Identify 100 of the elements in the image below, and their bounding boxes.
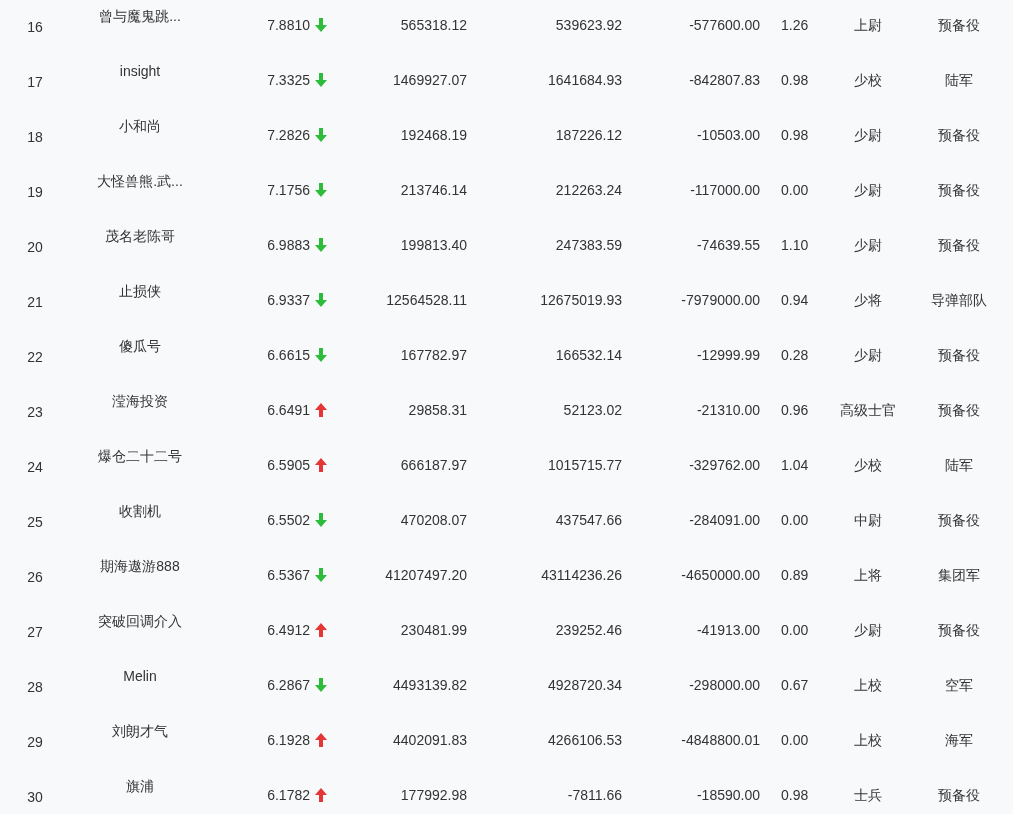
name-text: 滢海投资 <box>112 392 168 411</box>
table-cell-text: 213746.14 <box>400 181 467 200</box>
table-cell-text: 预备役 <box>938 786 980 805</box>
table-cell-text: 集团军 <box>938 566 980 585</box>
table-cell-text: 12675019.93 <box>540 291 622 310</box>
name-text: 傻瓜号 <box>119 337 161 356</box>
table-cell-text: 1.04 <box>781 456 809 475</box>
name-text: 突破回调介入 <box>98 612 182 631</box>
table-cell-text: 少将 <box>853 291 882 310</box>
name-text: 爆仓二十二号 <box>98 447 182 466</box>
table-cell-text: 17 <box>27 73 43 92</box>
table-cell-text: 0.00 <box>781 731 809 750</box>
table-cell-text: 29 <box>27 733 43 752</box>
table-cell-text: -4848800.01 <box>681 731 760 750</box>
table-cell-text: 565318.12 <box>400 16 467 35</box>
table-cell-text: 上校 <box>853 676 882 695</box>
table-cell-text: 239252.46 <box>555 621 622 640</box>
table-cell-text: 187226.12 <box>555 126 622 145</box>
table-cell-text: 7.1756 <box>267 181 310 200</box>
table-cell-text: 陆军 <box>945 456 973 475</box>
table-cell-text: 6.4912 <box>267 621 310 640</box>
table-cell-text: 导弹部队 <box>931 291 987 310</box>
table-cell-text: 中尉 <box>853 511 882 530</box>
table-cell-text: 预备役 <box>938 126 980 145</box>
name-text: 止损侠 <box>119 282 161 301</box>
table-cell-text: 18 <box>27 128 43 147</box>
table-cell-text: -117000.00 <box>690 181 760 200</box>
table-cell-text: 0.98 <box>781 126 809 145</box>
table-cell-text: 0.00 <box>781 181 809 200</box>
table-cell-text: 6.5502 <box>267 511 310 530</box>
table-cell-text: 41207497.20 <box>385 566 467 585</box>
table-cell-text: 7.8810 <box>267 16 310 35</box>
table-cell-text: 539623.92 <box>555 16 622 35</box>
table-cell-text: 167782.97 <box>400 346 467 365</box>
table-cell-text: 20 <box>27 238 43 257</box>
name-text: 大怪兽熊.武... <box>97 172 183 191</box>
table-cell-text: -10503.00 <box>696 126 760 145</box>
table-cell-text: 预备役 <box>938 401 980 420</box>
table-cell-text: 少校 <box>853 456 882 475</box>
table-cell-text: 7.3325 <box>267 71 310 90</box>
table-cell-text: 437547.66 <box>555 511 622 530</box>
table-cell-text: -74639.55 <box>696 236 760 255</box>
table-cell-text: -18590.00 <box>696 786 760 805</box>
table-cell-text: 4493139.82 <box>393 676 467 695</box>
table-cell-text: 陆军 <box>945 71 973 90</box>
table-cell-text: 少尉 <box>853 126 882 145</box>
table-cell-text: 少尉 <box>853 621 882 640</box>
table-cell-text: 666187.97 <box>400 456 467 475</box>
table-cell-text: 4928720.34 <box>548 676 622 695</box>
table-cell-text: 247383.59 <box>555 236 622 255</box>
table-cell-text: 6.9883 <box>267 236 310 255</box>
table-cell-text: 26 <box>27 568 43 587</box>
table-cell-text: 0.96 <box>781 401 809 420</box>
table-cell-text: 0.67 <box>781 676 809 695</box>
table-cell-text: 16 <box>27 18 43 37</box>
table-cell-text: 预备役 <box>938 181 980 200</box>
table-cell-text: 6.1782 <box>267 786 310 805</box>
name-text: 刘朗才气 <box>112 722 168 741</box>
table-cell-text: 19 <box>27 183 43 202</box>
table-cell-text: 1.26 <box>781 16 809 35</box>
table-cell-text: 23 <box>27 403 43 422</box>
table-cell-text: 预备役 <box>938 511 980 530</box>
table-cell-text: 25 <box>27 513 43 532</box>
table-cell-text: 6.5905 <box>267 456 310 475</box>
table-cell-text: 192468.19 <box>400 126 467 145</box>
table-cell-text: -7979000.00 <box>681 291 760 310</box>
table-cell-text: 1015715.77 <box>548 456 622 475</box>
table-cell-text: 预备役 <box>938 236 980 255</box>
table-cell-text: 6.9337 <box>267 291 310 310</box>
table-cell-text: 0.00 <box>781 621 809 640</box>
table-cell-text: 230481.99 <box>400 621 467 640</box>
table-cell-text: 0.28 <box>781 346 809 365</box>
table-cell-text: 27 <box>27 623 43 642</box>
table-cell-text: 0.98 <box>781 71 809 90</box>
table-cell-text: 52123.02 <box>563 401 622 420</box>
table-cell-text: 6.6615 <box>267 346 310 365</box>
table-cell-text: 22 <box>27 348 43 367</box>
table-cell-text: -284091.00 <box>689 511 760 530</box>
table-cell-text: 上尉 <box>853 16 882 35</box>
table-cell-text: -12999.99 <box>696 346 760 365</box>
table-cell-text: 212263.24 <box>555 181 622 200</box>
name-text: 期海遨游888 <box>100 557 180 576</box>
table-cell-text: 6.1928 <box>267 731 310 750</box>
table-cell-text: 预备役 <box>938 16 980 35</box>
table-cell-text: 6.5367 <box>267 566 310 585</box>
table-cell-text: 43114236.26 <box>541 566 622 585</box>
name-text: 收割机 <box>119 502 161 521</box>
table-cell-text: 0.98 <box>781 786 809 805</box>
table-cell-text: 4402091.83 <box>393 731 467 750</box>
table-cell-text: -842807.83 <box>689 71 760 90</box>
name-text: 小和尚 <box>119 117 161 136</box>
table-cell-text: -4650000.00 <box>681 566 760 585</box>
table-cell-text: 士兵 <box>853 786 882 805</box>
table-cell-text: 高级士官 <box>839 401 896 420</box>
table-cell-text: 上校 <box>853 731 882 750</box>
table-cell-text: -577600.00 <box>689 16 760 35</box>
table-cell-text: 199813.40 <box>400 236 467 255</box>
table-cell-text: 7.2826 <box>267 126 310 145</box>
table-cell-text: 6.6491 <box>267 401 310 420</box>
table-cell-text: 少尉 <box>853 181 882 200</box>
